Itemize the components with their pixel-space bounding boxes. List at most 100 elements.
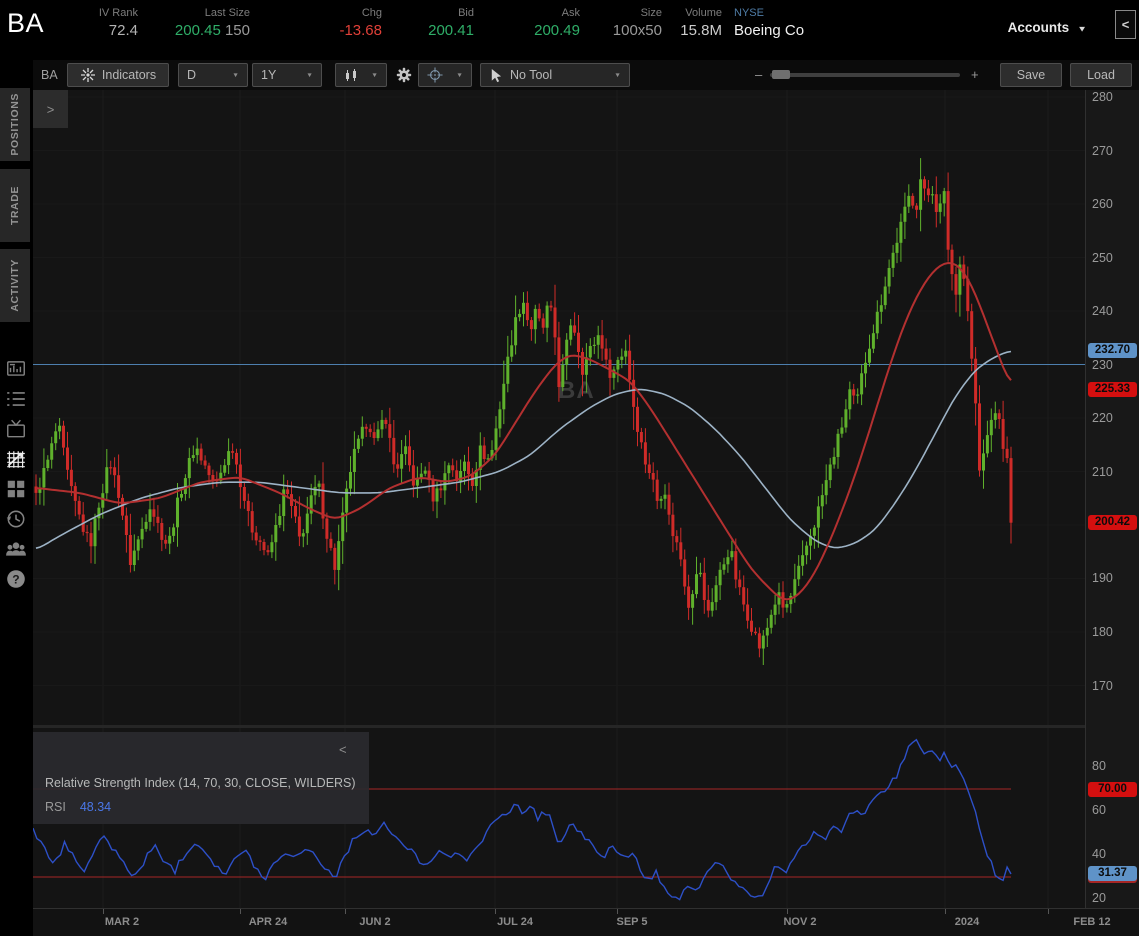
time-axis-label: FEB 12 (1073, 916, 1110, 928)
stat-volume: Volume 15.8M (672, 7, 722, 39)
chevron-down-icon: ▼ (614, 72, 621, 78)
rsi-current-value: 48.34 (80, 800, 111, 814)
stat-ask: Ask 200.49 (500, 7, 580, 39)
quote-header: BA IV Rank 72.4 Last Size 200.45 150 Chg… (0, 0, 1139, 60)
history-icon[interactable] (5, 508, 27, 530)
time-axis-label: JUL 24 (497, 916, 533, 928)
exchange-label: NYSE (734, 7, 804, 19)
price-chart[interactable]: > BA (33, 90, 1085, 725)
price-tick-label: 190 (1092, 571, 1113, 585)
price-tick-label: 230 (1092, 358, 1113, 372)
price-tick-label: 210 (1092, 465, 1113, 479)
time-tick-mark (617, 909, 618, 914)
price-tick-label: 260 (1092, 197, 1113, 211)
rsi-tick-label: 20 (1092, 891, 1106, 905)
chevron-down-icon: ▼ (1077, 25, 1087, 34)
chevron-down-icon: ▼ (306, 72, 313, 78)
save-button[interactable]: Save (1000, 63, 1062, 87)
price-tick-label: 170 (1092, 679, 1113, 693)
drawing-tool-dropdown[interactable]: No Tool ▼ (480, 63, 630, 87)
indicators-button[interactable]: Indicators (67, 63, 169, 87)
svg-text:?: ? (12, 572, 19, 586)
rsi-tick-label: 60 (1092, 803, 1106, 817)
time-tick-mark (103, 909, 104, 914)
time-axis-label: NOV 2 (783, 916, 816, 928)
rsi-tick-label: 40 (1092, 847, 1106, 861)
panel-expander-button[interactable]: > (33, 90, 68, 128)
follow-feed-icon[interactable] (5, 538, 27, 560)
indicators-sparkle-icon (80, 67, 96, 83)
grid-pages-icon[interactable] (5, 478, 27, 500)
ma-slow-badge: 232.70 (1088, 343, 1137, 358)
candlestick-type-icon (344, 68, 359, 83)
zoom-slider-track[interactable] (770, 73, 960, 77)
company-block: NYSE Boeing Co (734, 7, 804, 39)
chart-region: > BA < Relative Strength Index (14, 70, … (33, 90, 1139, 936)
crosshair-icon (427, 67, 443, 83)
price-axis[interactable]: 2802702602502402302202101901801708060402… (1085, 90, 1139, 908)
price-series-svg: BA (33, 90, 1085, 725)
stat-bid: Bid 200.41 (400, 7, 474, 39)
sidebar-tab-trade[interactable]: TRADE (0, 169, 30, 242)
time-tick-mark (945, 909, 946, 914)
time-axis[interactable]: MAR 2APR 24JUN 2JUL 24SEP 5NOV 22024FEB … (33, 908, 1139, 936)
crosshair-dropdown[interactable]: ▼ (418, 63, 472, 87)
gear-icon (395, 66, 413, 84)
chevron-down-icon: ▼ (456, 72, 463, 78)
time-tick-mark (240, 909, 241, 914)
chevron-down-icon: ▼ (232, 72, 239, 78)
cursor-icon (489, 68, 502, 83)
time-tick-mark (1048, 909, 1049, 914)
time-axis-label: SEP 5 (617, 916, 648, 928)
chevron-left-icon: < (1122, 17, 1130, 32)
price-tick-label: 220 (1092, 411, 1113, 425)
time-axis-label: MAR 2 (105, 916, 139, 928)
range-dropdown[interactable]: 1Y ▼ (252, 63, 322, 87)
accounts-dropdown[interactable]: Accounts▼ (1008, 20, 1087, 35)
ma-fast-badge: 225.33 (1088, 382, 1137, 397)
symbol-title: BA (7, 8, 44, 39)
collapse-study-icon[interactable]: < (339, 742, 347, 757)
watchlist-icon[interactable] (5, 388, 27, 410)
left-sidebar: POSITIONS TRADE ACTIVITY (0, 60, 33, 936)
collapse-panel-button[interactable]: < (1115, 10, 1136, 39)
trading-app: BA IV Rank 72.4 Last Size 200.45 150 Chg… (0, 0, 1139, 936)
quote-board-icon[interactable] (5, 358, 27, 380)
rsi-upper-badge: 70.00 (1088, 782, 1137, 797)
sidebar-tab-activity[interactable]: ACTIVITY (0, 249, 30, 322)
zoom-out-button[interactable]: – (755, 67, 762, 82)
rsi-panel[interactable]: < Relative Strength Index (14, 70, 30, C… (33, 728, 1085, 908)
chart-page-icon[interactable] (5, 448, 27, 470)
price-tick-label: 250 (1092, 251, 1113, 265)
chart-toolbar: BA Indicators D ▼ 1Y ▼ ▼ (33, 60, 1139, 90)
screener-tv-icon[interactable] (5, 418, 27, 440)
time-axis-label: APR 24 (249, 916, 288, 928)
last-price-badge: 200.42 (1088, 515, 1137, 530)
stat-size: Size 100x50 (600, 7, 662, 39)
zoom-in-button[interactable]: + (971, 67, 979, 82)
chart-type-dropdown[interactable]: ▼ (335, 63, 387, 87)
rsi-last-badge: 31.37 (1088, 866, 1137, 881)
chevron-down-icon: ▼ (371, 72, 378, 78)
time-tick-mark (495, 909, 496, 914)
help-icon[interactable]: ? (5, 568, 27, 590)
load-button[interactable]: Load (1070, 63, 1132, 87)
sidebar-tab-positions[interactable]: POSITIONS (0, 88, 30, 161)
stat-chg: Chg -13.68 (300, 7, 382, 39)
price-tick-label: 180 (1092, 625, 1113, 639)
rsi-tick-label: 80 (1092, 759, 1106, 773)
ma-slow-line (36, 352, 1011, 549)
chevron-right-icon: > (47, 102, 55, 117)
price-tick-label: 240 (1092, 304, 1113, 318)
timeframe-dropdown[interactable]: D ▼ (178, 63, 248, 87)
zoom-slider-handle[interactable] (772, 70, 790, 79)
time-tick-mark (787, 909, 788, 914)
rsi-value-row: RSI48.34 (45, 800, 111, 814)
time-axis-label: JUN 2 (359, 916, 390, 928)
stat-iv-rank: IV Rank 72.4 (70, 7, 138, 39)
price-tick-label: 270 (1092, 144, 1113, 158)
time-tick-mark (345, 909, 346, 914)
chart-settings-button[interactable] (391, 63, 417, 87)
toolbar-symbol-tab[interactable]: BA (41, 68, 58, 82)
rsi-study-title: Relative Strength Index (14, 70, 30, CLO… (45, 776, 356, 790)
